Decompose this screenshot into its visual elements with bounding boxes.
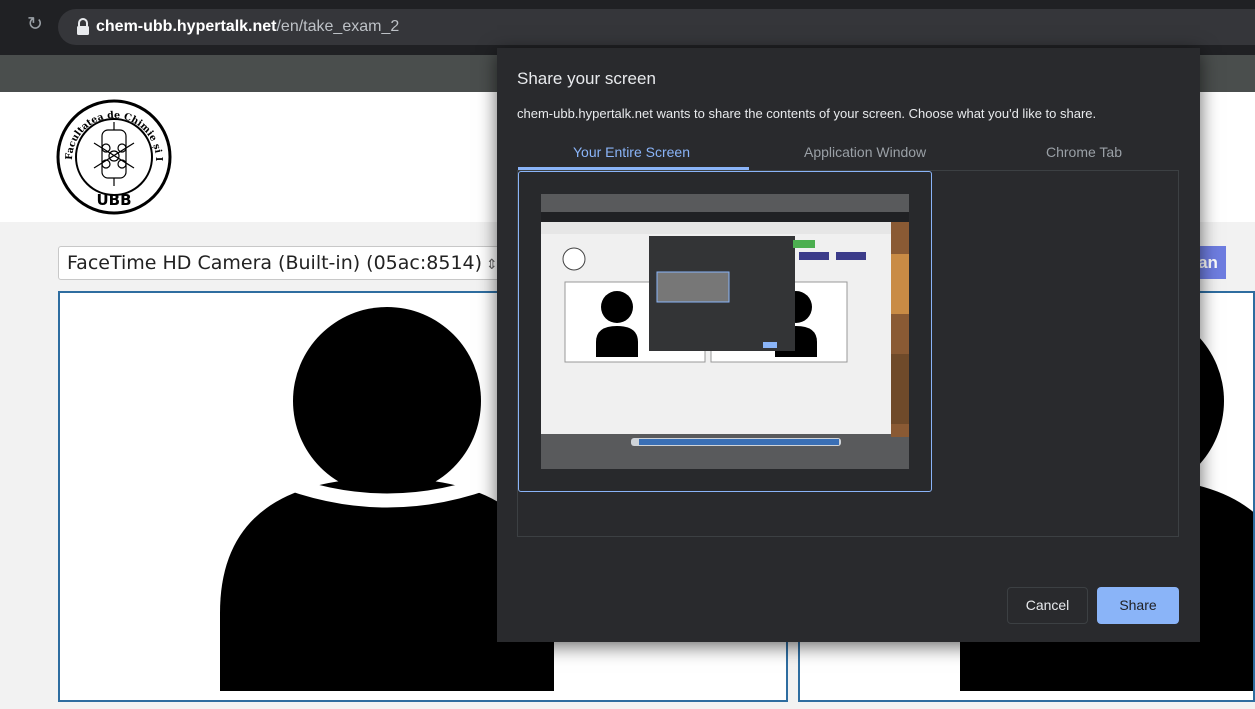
- faculty-logo: Facultatea de Chimie și Inginerie Chimic…: [54, 98, 172, 215]
- url-text[interactable]: chem-ubb.hypertalk.net/en/take_exam_2: [96, 17, 399, 37]
- url-host: chem-ubb.hypertalk.net: [96, 18, 277, 35]
- camera-select-value: FaceTime HD Camera (Built-in) (05ac:8514…: [67, 252, 483, 274]
- url-path: /en/take_exam_2: [276, 18, 400, 35]
- share-button[interactable]: Share: [1097, 587, 1179, 624]
- logo-ubb-text: UBB: [96, 191, 131, 209]
- tab-entire-screen[interactable]: Your Entire Screen: [573, 144, 690, 160]
- tab-application-window[interactable]: Application Window: [804, 144, 926, 160]
- camera-select[interactable]: FaceTime HD Camera (Built-in) (05ac:8514…: [58, 246, 500, 280]
- dialog-title: Share your screen: [517, 69, 656, 88]
- reload-icon[interactable]: ↻: [22, 12, 48, 38]
- cancel-button[interactable]: Cancel: [1007, 587, 1088, 624]
- screen-thumbnail: [541, 194, 909, 469]
- lock-icon: [77, 18, 89, 35]
- dialog-message: chem-ubb.hypertalk.net wants to share th…: [517, 106, 1097, 121]
- tab-chrome-tab[interactable]: Chrome Tab: [1046, 144, 1122, 160]
- select-arrows-icon: ⇕: [486, 257, 498, 273]
